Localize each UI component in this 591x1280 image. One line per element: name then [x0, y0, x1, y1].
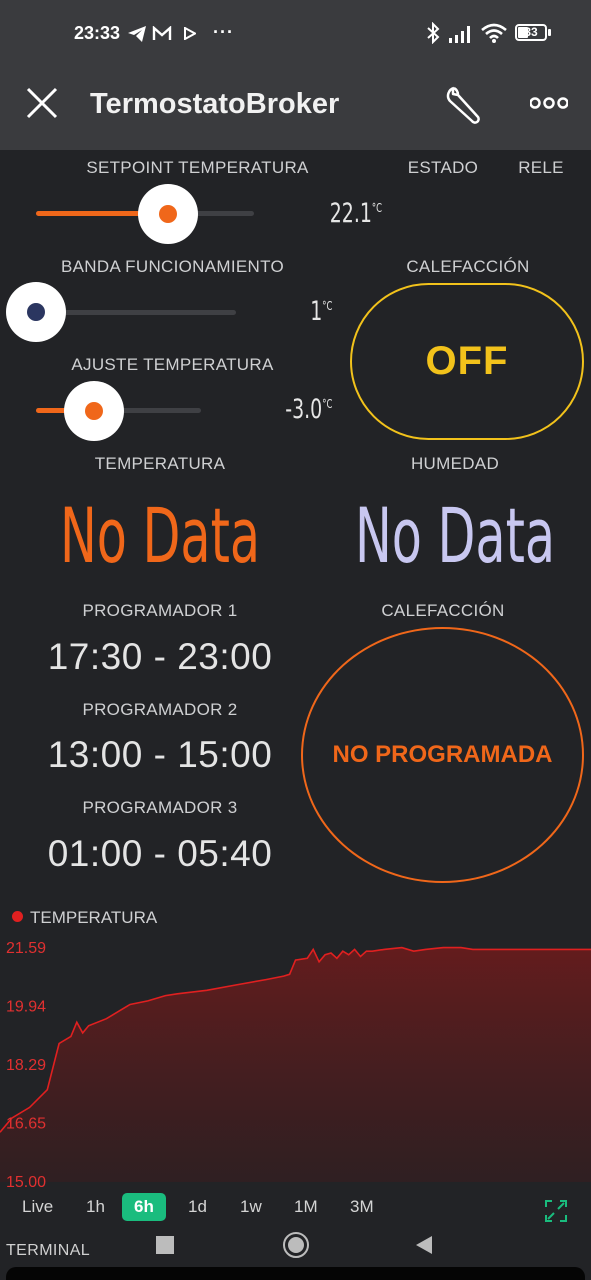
y-tick-label: 21.59 — [6, 940, 46, 957]
fullscreen-icon[interactable] — [545, 1200, 567, 1222]
banda-handle-dot — [27, 303, 45, 321]
setpoint-unit: °C — [371, 201, 382, 215]
setpoint-slider-handle[interactable] — [138, 184, 198, 244]
rele-label: RELE — [518, 158, 564, 177]
setpoint-number: 22.1 — [329, 198, 372, 229]
banda-number: 1 — [309, 296, 322, 327]
calefaccion-state-label: CALEFACCIÓN — [406, 257, 530, 276]
programador-1-value[interactable]: 17:30 - 23:00 — [20, 636, 300, 678]
time-filter-3m[interactable]: 3M — [346, 1193, 378, 1221]
time-filter-1m[interactable]: 1M — [290, 1193, 322, 1221]
time-filter-1w[interactable]: 1w — [236, 1193, 266, 1221]
time-filter-1d[interactable]: 1d — [184, 1193, 211, 1221]
telegram-icon — [128, 26, 146, 42]
terminal-tab[interactable]: TERMINAL — [6, 1242, 90, 1260]
ajuste-value: -3.0°C — [285, 394, 332, 425]
signal-icon — [449, 26, 470, 43]
heating-state-text: OFF — [425, 339, 509, 383]
heating-program-text: NO PROGRAMADA — [332, 741, 553, 768]
temperatura-label: TEMPERATURA — [94, 454, 226, 473]
wifi-icon — [481, 23, 507, 43]
banda-value: 1°C — [310, 296, 332, 327]
time-filter-bar: Live 1h 6h 1d 1w 1M 3M — [0, 1193, 591, 1223]
time-filter-6h[interactable]: 6h — [122, 1193, 166, 1221]
programador-3-label: PROGRAMADOR 3 — [82, 798, 238, 817]
app-bar: TermostatoBroker — [0, 68, 591, 150]
recents-icon[interactable] — [156, 1236, 174, 1254]
humedad-label: HUMEDAD — [410, 454, 500, 473]
home-icon-inner — [288, 1237, 304, 1253]
y-tick-label: 15.00 — [6, 1174, 46, 1191]
temperatura-value: No Data — [59, 491, 261, 580]
chart-area-fill — [0, 947, 591, 1182]
estado-label: ESTADO — [407, 158, 479, 177]
banda-slider-handle[interactable] — [6, 282, 66, 342]
banda-slider[interactable] — [36, 310, 236, 315]
status-bar: 23:33 ··· 33 — [0, 0, 591, 68]
status-time: 23:33 — [74, 23, 121, 43]
heating-program-button[interactable]: NO PROGRAMADA — [301, 627, 584, 883]
heating-state-button[interactable]: OFF — [350, 283, 584, 440]
battery-tip — [548, 29, 551, 36]
gmail-icon — [152, 26, 172, 40]
y-tick-label: 18.29 — [6, 1057, 46, 1074]
calefaccion-program-label: CALEFACCIÓN — [381, 601, 505, 620]
battery-icon: 33 — [515, 24, 547, 41]
ajuste-number: -3.0 — [284, 394, 322, 425]
legend-label: TEMPERATURA — [30, 908, 158, 927]
temperature-chart[interactable]: 21.59 19.94 18.29 16.65 15.00 — [0, 930, 591, 1195]
ajuste-handle-dot — [85, 402, 103, 420]
setpoint-value: 22.1°C — [330, 198, 382, 229]
ajuste-label: AJUSTE TEMPERATURA — [71, 355, 274, 374]
humedad-value: No Data — [354, 491, 556, 580]
back-icon[interactable] — [414, 1235, 434, 1255]
time-filter-1h[interactable]: 1h — [82, 1193, 109, 1221]
y-tick-label: 19.94 — [6, 999, 46, 1016]
app-title: TermostatoBroker — [90, 88, 340, 120]
programador-2-label: PROGRAMADOR 2 — [82, 700, 238, 719]
legend-marker — [12, 911, 23, 922]
play-store-icon — [184, 27, 196, 40]
bluetooth-icon — [427, 22, 440, 44]
ajuste-slider-handle[interactable] — [64, 381, 124, 441]
battery-level: 33 — [524, 25, 538, 39]
more-notifications-icon: ··· — [213, 22, 234, 42]
more-options-icon[interactable] — [530, 96, 568, 110]
programador-1-label: PROGRAMADOR 1 — [82, 601, 238, 620]
banda-label: BANDA FUNCIONAMIENTO — [61, 257, 284, 276]
y-tick-label: 16.65 — [6, 1115, 46, 1132]
close-icon[interactable] — [26, 87, 58, 119]
terminal-panel — [6, 1267, 585, 1280]
time-filter-live[interactable]: Live — [18, 1193, 57, 1221]
programador-3-value[interactable]: 01:00 - 05:40 — [20, 833, 300, 875]
programador-2-value[interactable]: 13:00 - 15:00 — [20, 734, 300, 776]
setpoint-label: SETPOINT TEMPERATURA — [86, 158, 309, 177]
setpoint-handle-dot — [159, 205, 177, 223]
wrench-icon[interactable] — [444, 84, 484, 124]
ajuste-unit: °C — [321, 397, 332, 411]
banda-unit: °C — [321, 299, 332, 313]
home-icon[interactable] — [283, 1232, 309, 1258]
